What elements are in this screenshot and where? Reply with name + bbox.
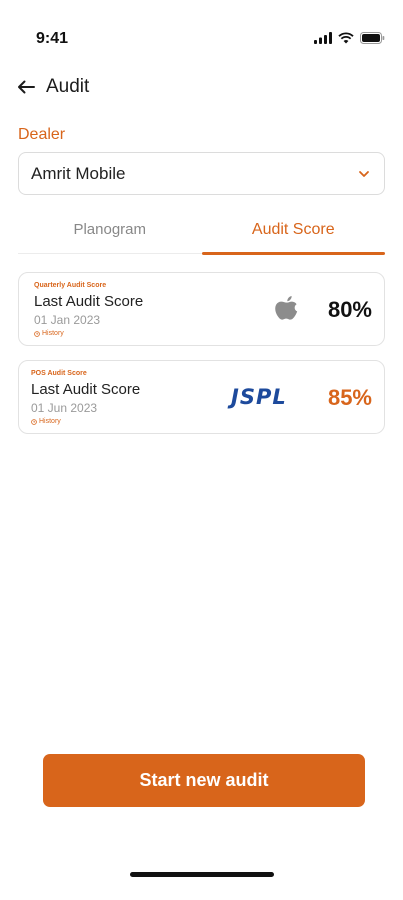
audit-score-value: 80%: [327, 297, 372, 322]
apple-logo-icon: [275, 296, 298, 320]
tab-planogram[interactable]: Planogram: [18, 206, 202, 253]
tab-bar: Planogram Audit Score: [18, 206, 386, 255]
status-time: 9:41: [36, 30, 69, 47]
wifi-icon: [338, 32, 354, 44]
chevron-down-icon: [359, 170, 369, 177]
history-label: History: [42, 330, 64, 337]
history-link[interactable]: History: [31, 418, 61, 425]
card-title: Last Audit Score: [31, 381, 141, 398]
header: Audit: [16, 72, 89, 102]
history-icon: [34, 330, 40, 337]
card-tag: Quarterly Audit Score: [34, 282, 107, 289]
audit-score-card[interactable]: Quarterly Audit Score Last Audit Score 0…: [18, 272, 385, 346]
dealer-select[interactable]: Amrit Mobile: [18, 152, 385, 195]
start-new-audit-button[interactable]: Start new audit: [43, 754, 365, 807]
home-indicator: [130, 872, 274, 877]
history-icon: [31, 418, 37, 425]
card-title: Last Audit Score: [34, 293, 144, 310]
page-title: Audit: [46, 76, 90, 97]
audit-score-card[interactable]: POS Audit Score Last Audit Score 01 Jun …: [18, 360, 385, 434]
dealer-label: Dealer: [18, 126, 66, 143]
card-date: 01 Jun 2023: [31, 401, 98, 415]
dealer-value: Amrit Mobile: [31, 163, 126, 183]
history-label: History: [39, 418, 61, 425]
audit-score-value: 85%: [327, 385, 372, 410]
card-date: 01 Jan 2023: [34, 313, 101, 327]
signal-icon: [314, 32, 332, 44]
history-link[interactable]: History: [34, 330, 64, 337]
card-tag: POS Audit Score: [31, 370, 87, 377]
jspl-logo: JSPL: [231, 385, 287, 409]
status-bar: 9:41: [0, 0, 403, 72]
tab-audit-score[interactable]: Audit Score: [201, 206, 386, 255]
back-arrow-icon[interactable]: [16, 77, 36, 97]
battery-icon: [360, 32, 385, 44]
status-icons: [314, 32, 385, 44]
